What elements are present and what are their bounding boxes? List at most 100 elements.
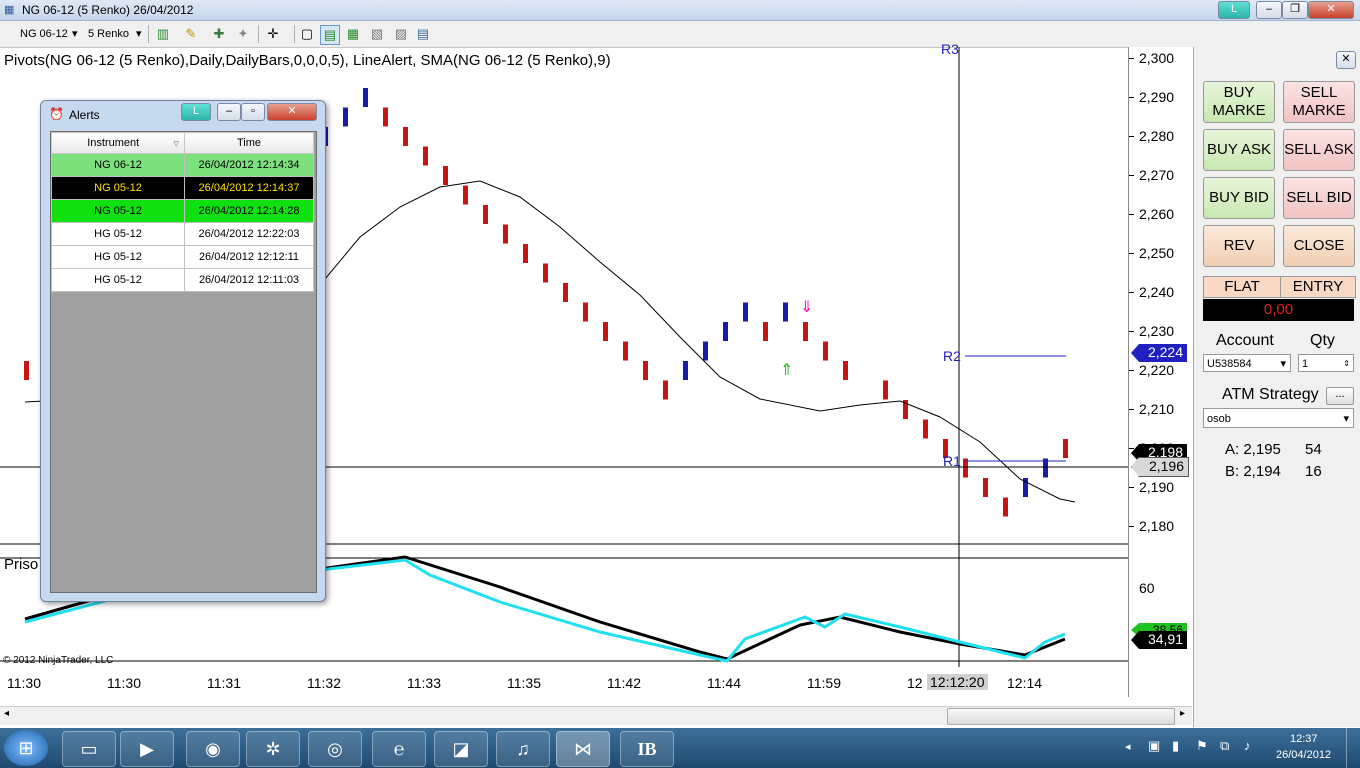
signal-icon[interactable]: ▮ (1172, 738, 1179, 754)
taskbar-media[interactable]: ▶ (120, 731, 174, 767)
last-price-tag: 2,196 (1131, 457, 1189, 477)
alerts-window[interactable]: ⏰ Alerts L – ▫ ✕ Instrument ▿ Time NG 06… (40, 100, 326, 602)
taskbar-ib[interactable]: IB (620, 731, 674, 767)
tray-expand-icon[interactable]: ◂ (1125, 740, 1131, 753)
sell-signal-icon: ⇓ (800, 297, 813, 316)
renko-brick (503, 224, 508, 244)
add-indicator-icon[interactable]: ✚ (210, 25, 228, 43)
buy-signal-icon: ⇑ (780, 360, 793, 379)
start-button[interactable]: ⊞ (4, 730, 48, 766)
clock-date[interactable]: 26/04/2012 (1276, 749, 1331, 761)
title-bar: ▦ NG 06-12 (5 Renko) 26/04/2012 L – ❐ ✕ (0, 0, 1360, 21)
drawing-tool-icon[interactable]: ✎ (182, 25, 200, 43)
renko-brick (403, 127, 408, 146)
taskbar-firefox[interactable]: ◉ (186, 731, 240, 767)
tray-icon-1[interactable]: ▣ (1148, 738, 1160, 754)
alert-instrument-cell: HG 05-12 (51, 222, 185, 246)
bar-type-icon[interactable]: ▥ (154, 25, 172, 43)
instrument-column-header[interactable]: Instrument ▿ (51, 132, 185, 154)
atm-strategy-select[interactable]: osob ▾ (1203, 408, 1354, 428)
qty-spin-icon: ⇕ (1343, 359, 1350, 368)
rev-button[interactable]: REV (1203, 225, 1275, 267)
alert-row[interactable]: NG 05-12 26/04/2012 12:14:37 (51, 176, 314, 200)
price-tick-label: 2,190 (1139, 479, 1175, 495)
clock-time[interactable]: 12:37 (1290, 733, 1318, 745)
alert-row[interactable]: HG 05-12 26/04/2012 12:22:03 (51, 222, 314, 246)
sell-bid-button[interactable]: SELL BID (1283, 177, 1355, 219)
price-tick-label: 2,300 (1139, 50, 1175, 66)
show-desktop-button[interactable] (1346, 728, 1360, 768)
period-dropdown-icon[interactable]: ▾ (136, 25, 142, 43)
chrome-icon: ◎ (327, 739, 343, 759)
time-column-header[interactable]: Time (184, 132, 314, 154)
bid-size: 16 (1305, 463, 1322, 480)
alerts-close-button[interactable]: ✕ (267, 103, 317, 121)
crosshair-icon[interactable]: ✛ (264, 25, 282, 43)
renko-brick (1003, 497, 1008, 517)
atm-config-button[interactable]: ... (1326, 387, 1354, 405)
taskbar-ie[interactable]: ℮ (372, 731, 426, 767)
horizontal-scrollbar[interactable]: ◂ ▸ (0, 706, 1192, 725)
instrument-selector[interactable]: NG 06-12 (20, 25, 68, 43)
alerts-minimize-button[interactable]: – (217, 103, 241, 121)
renko-brick (523, 244, 528, 263)
buy-ask-button[interactable]: BUY ASK (1203, 129, 1275, 171)
alert-row[interactable]: NG 05-12 26/04/2012 12:14:28 (51, 199, 314, 223)
period-selector[interactable]: 5 Renko (88, 25, 129, 43)
qty-stepper[interactable]: 1 ⇕ (1298, 354, 1354, 372)
instrument-dropdown-icon[interactable]: ▾ (72, 25, 78, 43)
scroll-right-icon[interactable]: ▸ (1180, 708, 1185, 719)
buy-bid-button[interactable]: BUY BID (1203, 177, 1275, 219)
save-icon[interactable]: ▨ (392, 25, 410, 43)
scroll-thumb[interactable] (947, 708, 1175, 725)
alert-time-cell: 26/04/2012 12:14:28 (184, 199, 314, 223)
close-button[interactable]: ✕ (1308, 1, 1354, 19)
account-label: Account (1216, 332, 1274, 349)
taskbar-explorer[interactable]: ▭ (62, 731, 116, 767)
alerts-maximize-button[interactable]: ▫ (241, 103, 265, 121)
sell-ask-button[interactable]: SELL ASK (1283, 129, 1355, 171)
data-box-icon[interactable]: ▦ (344, 25, 362, 43)
zoom-icon[interactable]: ▢ (298, 25, 316, 43)
alert-row[interactable]: HG 05-12 26/04/2012 12:11:03 (51, 268, 314, 292)
properties-icon[interactable]: ▤ (414, 25, 432, 43)
chart-trader-icon[interactable]: ▤ (320, 25, 340, 45)
alert-row[interactable]: HG 05-12 26/04/2012 12:12:11 (51, 245, 314, 269)
minimize-button[interactable]: – (1256, 1, 1282, 19)
chart-style-icon[interactable]: ▧ (368, 25, 386, 43)
sell-market-button[interactable]: SELL MARKE (1283, 81, 1355, 123)
taskbar-ninjatrader[interactable]: ⋈ (556, 731, 610, 767)
renko-brick (763, 322, 768, 341)
maximize-button[interactable]: ❐ (1282, 1, 1308, 19)
ib-icon: IB (637, 739, 657, 759)
renko-brick (443, 166, 448, 185)
taskbar-safari[interactable]: ✲ (246, 731, 300, 767)
alerts-link-button[interactable]: L (181, 103, 211, 121)
renko-brick (843, 361, 848, 380)
renko-brick (983, 478, 988, 497)
flag-icon[interactable]: ⚑ (1196, 738, 1208, 754)
renko-brick (24, 361, 29, 380)
strategy-icon[interactable]: ✦ (234, 25, 252, 43)
close-position-button[interactable]: CLOSE (1283, 225, 1355, 267)
taskbar-itunes[interactable]: ♫ (496, 731, 550, 767)
alert-time-cell: 26/04/2012 12:12:11 (184, 245, 314, 269)
renko-brick (543, 263, 548, 283)
taskbar-app[interactable]: ◪ (434, 731, 488, 767)
volume-icon[interactable]: ♪ (1244, 738, 1251, 753)
renko-brick (743, 302, 748, 322)
buy-market-button[interactable]: BUY MARKE (1203, 81, 1275, 123)
position-status: FLAT (1203, 276, 1281, 298)
window-title: NG 06-12 (5 Renko) 26/04/2012 (22, 3, 194, 17)
scroll-left-icon[interactable]: ◂ (4, 708, 9, 719)
r1-label: R1 (943, 453, 961, 469)
network-icon[interactable]: ⧉ (1220, 738, 1229, 754)
media-player-icon: ▶ (140, 739, 154, 759)
panel-close-icon[interactable]: ✕ (1336, 51, 1356, 69)
account-select[interactable]: U538584 ▾ (1203, 354, 1291, 372)
link-button[interactable]: L (1218, 1, 1250, 19)
alert-row[interactable]: NG 06-12 26/04/2012 12:14:34 (51, 153, 314, 177)
taskbar-chrome[interactable]: ◎ (308, 731, 362, 767)
renko-brick (703, 341, 708, 361)
renko-brick (883, 380, 888, 400)
